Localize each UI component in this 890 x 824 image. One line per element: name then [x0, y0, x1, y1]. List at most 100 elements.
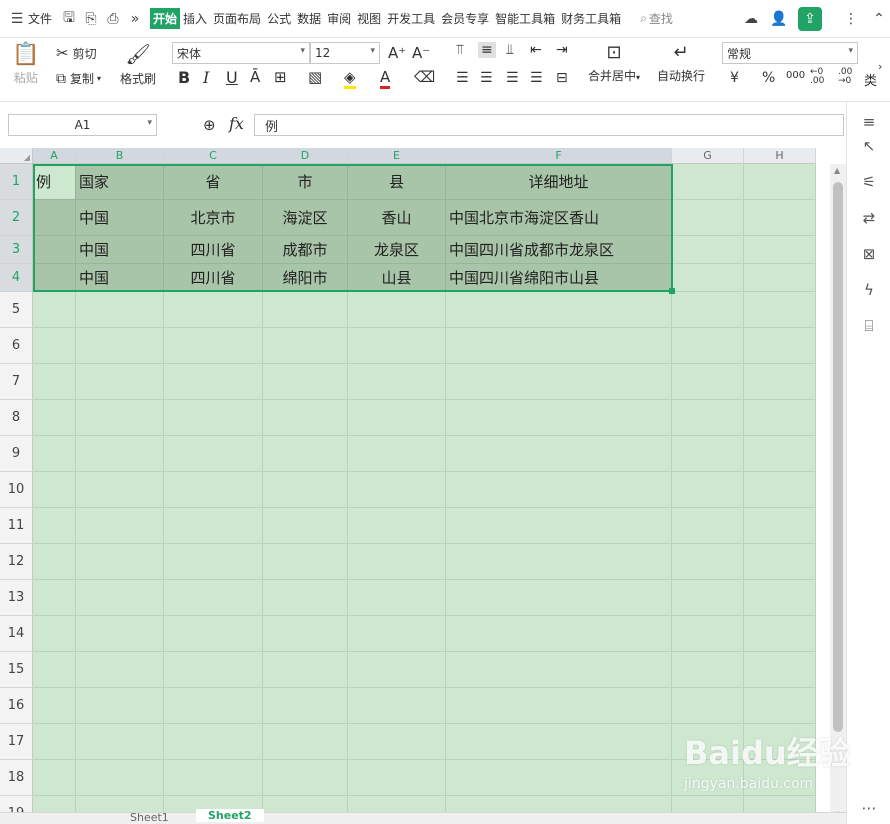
cell-b17[interactable]	[76, 724, 164, 760]
cell-a2[interactable]	[33, 200, 76, 236]
cell-c8[interactable]	[164, 400, 263, 436]
underline-button[interactable]: U	[226, 68, 238, 87]
row-header-17[interactable]: 17	[0, 724, 33, 760]
cell-e4[interactable]: 山县	[348, 264, 446, 292]
cell-c2[interactable]: 北京市	[164, 200, 263, 236]
cloud-icon[interactable]: ☁	[740, 8, 762, 30]
cell-g14[interactable]	[672, 616, 744, 652]
cell-d7[interactable]	[263, 364, 348, 400]
cell-a11[interactable]	[33, 508, 76, 544]
cell-h13[interactable]	[744, 580, 816, 616]
wrap-text-button[interactable]: ↵ 自动换行	[657, 42, 705, 84]
cursor-icon[interactable]: ↖	[859, 136, 879, 156]
cell-c1[interactable]: 省	[164, 164, 263, 200]
number-format-select[interactable]: 常规 ▾	[722, 42, 858, 64]
vertical-scrollbar[interactable]: ▲ ▼	[830, 164, 846, 824]
align-left-icon[interactable]: ☰	[456, 70, 469, 86]
row-header-7[interactable]: 7	[0, 364, 33, 400]
cell-f17[interactable]	[446, 724, 672, 760]
sheet-tab-2[interactable]: Sheet2	[196, 809, 264, 822]
cell-g13[interactable]	[672, 580, 744, 616]
cell-a18[interactable]	[33, 760, 76, 796]
cell-h11[interactable]	[744, 508, 816, 544]
paste-button[interactable]: 📋 粘贴	[12, 42, 39, 86]
search-box[interactable]: ⌕ 查找	[634, 0, 679, 38]
cell-e10[interactable]	[348, 472, 446, 508]
cell-d9[interactable]	[263, 436, 348, 472]
cell-f3[interactable]: 中国四川省成都市龙泉区	[446, 236, 672, 264]
cell-h8[interactable]	[744, 400, 816, 436]
cell-a7[interactable]	[33, 364, 76, 400]
font-color-icon[interactable]: A	[380, 68, 391, 89]
select-all-corner[interactable]: ◢	[0, 148, 33, 164]
cell-e15[interactable]	[348, 652, 446, 688]
cell-f11[interactable]	[446, 508, 672, 544]
cell-g2[interactable]	[672, 200, 744, 236]
row-header-10[interactable]: 10	[0, 472, 33, 508]
tab-0[interactable]: 开始	[150, 8, 181, 29]
export-icon[interactable]: ⎘	[80, 8, 102, 30]
cell-f4[interactable]: 中国四川省绵阳市山县	[446, 264, 672, 292]
tab-8[interactable]: 会员专享	[438, 10, 492, 27]
cell-e12[interactable]	[348, 544, 446, 580]
cell-a15[interactable]	[33, 652, 76, 688]
tab-3[interactable]: 公式	[264, 10, 294, 27]
row-header-18[interactable]: 18	[0, 760, 33, 796]
tab-9[interactable]: 智能工具箱	[492, 10, 558, 27]
cell-c13[interactable]	[164, 580, 263, 616]
cell-a14[interactable]	[33, 616, 76, 652]
cell-g15[interactable]	[672, 652, 744, 688]
cell-b2[interactable]: 中国	[76, 200, 164, 236]
cell-b8[interactable]	[76, 400, 164, 436]
cell-g5[interactable]	[672, 292, 744, 328]
cell-b3[interactable]: 中国	[76, 236, 164, 264]
print-icon[interactable]: ⎙	[102, 8, 124, 30]
row-header-13[interactable]: 13	[0, 580, 33, 616]
cell-c10[interactable]	[164, 472, 263, 508]
cell-f12[interactable]	[446, 544, 672, 580]
decrease-decimal-icon[interactable]: .00 →0	[838, 68, 852, 86]
cell-e9[interactable]	[348, 436, 446, 472]
cell-d5[interactable]	[263, 292, 348, 328]
cell-b7[interactable]	[76, 364, 164, 400]
cell-g4[interactable]	[672, 264, 744, 292]
indent-decrease-icon[interactable]: ⇤	[530, 42, 542, 58]
cell-a3[interactable]	[33, 236, 76, 264]
align-center-icon[interactable]: ☰	[480, 70, 493, 86]
cell-h12[interactable]	[744, 544, 816, 580]
column-header-g[interactable]: G	[672, 148, 744, 164]
cell-d18[interactable]	[263, 760, 348, 796]
fill-pattern-icon[interactable]: ▧	[308, 68, 322, 86]
cell-c16[interactable]	[164, 688, 263, 724]
cell-a12[interactable]	[33, 544, 76, 580]
cell-a10[interactable]	[33, 472, 76, 508]
cell-g6[interactable]	[672, 328, 744, 364]
cell-g3[interactable]	[672, 236, 744, 264]
cell-a4[interactable]	[33, 264, 76, 292]
cell-d4[interactable]: 绵阳市	[263, 264, 348, 292]
justify-icon[interactable]: ☰	[530, 70, 543, 86]
cell-e18[interactable]	[348, 760, 446, 796]
cell-d2[interactable]: 海淀区	[263, 200, 348, 236]
cell-h16[interactable]	[744, 688, 816, 724]
cell-e14[interactable]	[348, 616, 446, 652]
cell-g16[interactable]	[672, 688, 744, 724]
cell-g10[interactable]	[672, 472, 744, 508]
copy-button[interactable]: ⧉ 复制 ▾	[56, 70, 101, 87]
more-options-icon[interactable]: ⋮	[840, 8, 862, 30]
cell-b6[interactable]	[76, 328, 164, 364]
row-header-2[interactable]: 2	[0, 200, 33, 236]
cell-h15[interactable]	[744, 652, 816, 688]
cell-c9[interactable]	[164, 436, 263, 472]
scroll-up-icon[interactable]: ▲	[834, 166, 840, 175]
tab-2[interactable]: 页面布局	[210, 10, 264, 27]
cell-b13[interactable]	[76, 580, 164, 616]
cell-c4[interactable]: 四川省	[164, 264, 263, 292]
cell-e5[interactable]	[348, 292, 446, 328]
cell-f9[interactable]	[446, 436, 672, 472]
cell-d16[interactable]	[263, 688, 348, 724]
cell-h7[interactable]	[744, 364, 816, 400]
row-header-11[interactable]: 11	[0, 508, 33, 544]
distribute-icon[interactable]: ⊟	[556, 70, 568, 86]
cell-g12[interactable]	[672, 544, 744, 580]
